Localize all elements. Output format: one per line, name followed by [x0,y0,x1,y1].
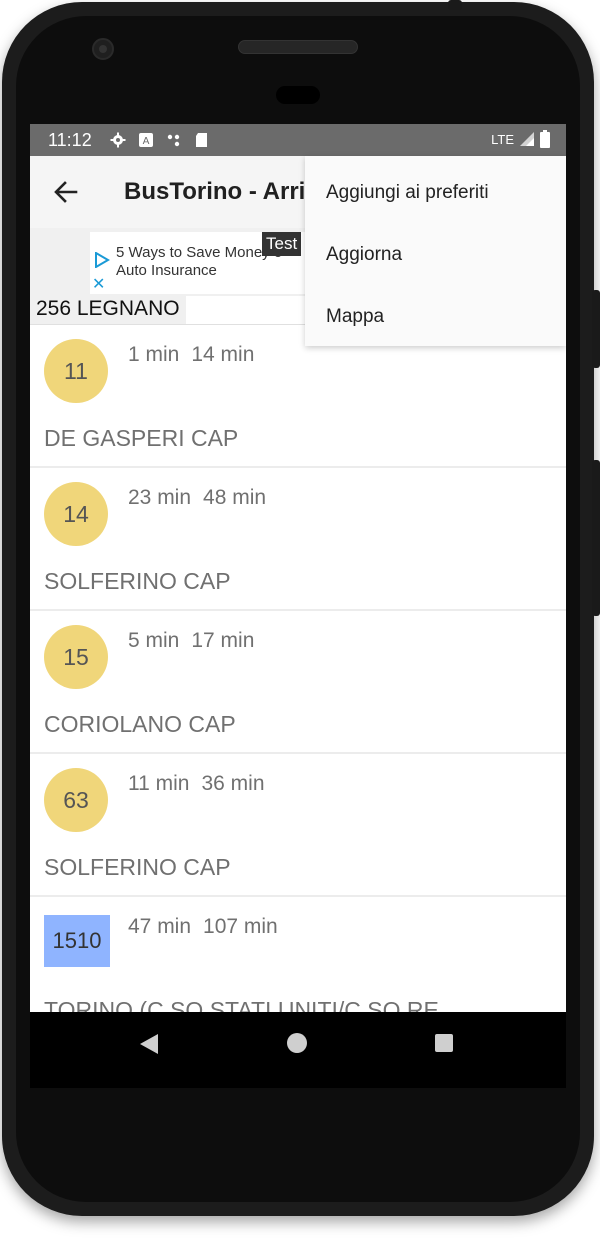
route-badge: 1510 [44,915,110,967]
volume-button [592,460,600,616]
arrival-time: 5 min [128,629,180,652]
nav-back-icon[interactable] [138,1032,162,1056]
network-type: LTE [491,131,514,147]
stop-name: 256 LEGNANO [30,294,186,324]
arrival-times: 23 min 48 min [128,486,266,510]
route-badge: 14 [44,482,108,546]
route-badge: 63 [44,768,108,832]
gear-icon [110,132,126,148]
destination: SOLFERINO CAP [44,568,231,594]
arrival-time: 48 min [203,486,267,509]
adchoices-icon[interactable] [94,252,110,268]
arrival-time: 14 min [191,343,255,366]
arrival-time: 11 min [128,772,190,795]
arrival-time: 47 min [128,915,192,938]
menu-item-refresh[interactable]: Aggiorna [326,244,402,266]
font-icon: A [139,133,153,147]
arrival-time: 23 min [128,486,192,509]
ad-text-line1: 5 Ways to Save Money o [116,244,283,261]
arrival-times: 11 min 36 min [128,772,265,796]
ad-text: 5 Ways to Save Money o Auto Insurance [116,244,282,280]
arrivals-list: 11 1 min 14 min DE GASPERI CAP 14 23 min 4… [30,325,566,1040]
menu-item-map[interactable]: Mappa [326,306,384,328]
svg-text:A: A [143,136,150,147]
close-icon[interactable]: ✕ [92,274,105,294]
list-item[interactable]: 15 5 min 17 min CORIOLANO CAP [30,611,566,754]
route-badge: 15 [44,625,108,689]
arrival-times: 5 min 17 min [128,629,254,653]
list-item[interactable]: 11 1 min 14 min DE GASPERI CAP [30,325,566,468]
arrival-time: 17 min [191,629,255,652]
page-title: BusTorino - Arrivi [124,178,326,205]
system-nav-bar [30,1012,566,1088]
signal-icon [520,132,534,146]
top-button [448,0,462,10]
nav-home-icon[interactable] [287,1033,307,1053]
arrival-time: 1 min [128,343,180,366]
battery-icon [540,130,550,148]
ad-test-badge: Test [262,232,302,256]
list-item[interactable]: 63 11 min 36 min SOLFERINO CAP [30,754,566,897]
overflow-menu: Aggiungi ai preferiti Aggiorna Mappa [305,156,566,346]
arrow-left-icon[interactable] [52,178,80,206]
earpiece-speaker [238,40,358,54]
destination: SOLFERINO CAP [44,854,231,880]
power-button [592,290,600,368]
screen: 11:12 A LTE BusTorino - Arrivi 5 Ways to… [30,124,566,1088]
destination: DE GASPERI CAP [44,425,239,451]
list-item[interactable]: 14 23 min 48 min SOLFERINO CAP [30,468,566,611]
arrival-time: 107 min [203,915,278,938]
menu-item-add-favorite[interactable]: Aggiungi ai preferiti [326,182,489,204]
status-time: 11:12 [48,130,92,150]
arrival-time: 36 min [201,772,265,795]
ad-text-line2: Auto Insurance [116,262,217,279]
proximity-sensor [276,86,320,104]
status-bar: 11:12 A LTE [30,124,566,156]
arrival-times: 47 min 107 min [128,915,278,939]
dots-icon [167,134,180,147]
front-camera [92,38,114,60]
status-right: LTE [491,130,550,148]
arrival-times: 1 min 14 min [128,343,254,367]
nav-recents-icon[interactable] [435,1034,453,1052]
destination: CORIOLANO CAP [44,711,236,737]
sd-card-icon [196,133,207,147]
route-badge: 11 [44,339,108,403]
